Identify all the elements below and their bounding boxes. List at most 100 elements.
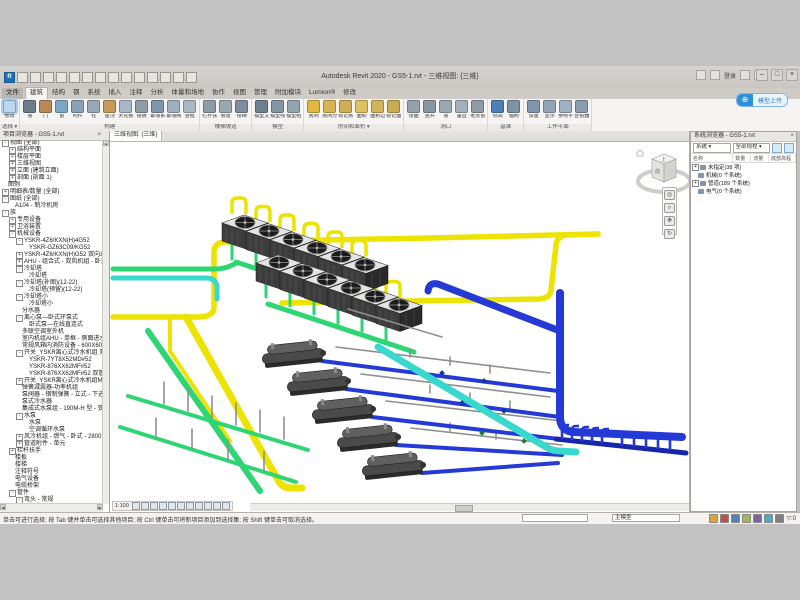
- filter-icon[interactable]: ▽:0: [786, 515, 796, 522]
- tool-幕墙系统[interactable]: 幕墙系统: [150, 100, 165, 119]
- tool-房间[interactable]: 房间: [306, 100, 321, 119]
- viewcube[interactable]: 上 前: [637, 150, 690, 192]
- tool-坡道[interactable]: 坡道: [218, 100, 233, 119]
- ribbon-tab-钢[interactable]: 钢: [69, 88, 84, 99]
- tool-修改[interactable]: 修改: [2, 100, 17, 119]
- tree-item[interactable]: 冷却塔小: [0, 301, 103, 308]
- expand-icon[interactable]: -: [16, 350, 23, 357]
- tool-房间分隔[interactable]: 房间分隔: [322, 100, 337, 119]
- expand-icon[interactable]: -: [9, 490, 16, 497]
- tool-设置[interactable]: 设置: [526, 100, 541, 119]
- expand-icon[interactable]: -: [16, 315, 23, 322]
- tool-面积边界[interactable]: 面积边界: [370, 100, 385, 119]
- shadows-icon[interactable]: [168, 502, 176, 510]
- scroll-up-icon[interactable]: ▲: [103, 140, 109, 146]
- detail-level-icon[interactable]: [141, 502, 149, 510]
- tree-item[interactable]: +三维视图: [0, 161, 103, 168]
- tree-item[interactable]: 常规风箱内消防设备 - 600X600 - 标准回风: [0, 343, 103, 350]
- rendering-icon[interactable]: [177, 502, 185, 510]
- tool-楼板[interactable]: 楼板: [134, 100, 149, 119]
- app-store-icon[interactable]: [740, 70, 750, 80]
- system-browser-close-icon[interactable]: ×: [790, 132, 794, 141]
- tree-item[interactable]: +管道附件 - 单元: [0, 441, 103, 448]
- tool-参照平面[interactable]: 参照平面: [558, 100, 573, 119]
- tree-item[interactable]: +AHU - 组合式 - 双风机组 - 卧式 - 标准 - 2000 - 500: [0, 259, 103, 266]
- tree-item[interactable]: +剖面 (剖面 1): [0, 175, 103, 182]
- tree-item[interactable]: 泵阀器 - 钢制弹簧 - 立式 - 下进下出: [0, 392, 103, 399]
- cooling-towers[interactable]: [222, 215, 422, 332]
- expand-icon[interactable]: +: [692, 180, 699, 187]
- close-button[interactable]: ×: [786, 69, 798, 81]
- tool-老虎窗[interactable]: 老虎窗: [470, 100, 485, 119]
- orbit-icon[interactable]: ↻: [664, 229, 675, 239]
- tool-竖井[interactable]: 竖井: [422, 100, 437, 119]
- tree-item[interactable]: +楼层平面: [0, 154, 103, 161]
- system-browser-rows[interactable]: +未指定(38 项)机械(0 个系统)+管道(189 个系统)电气(0 个系统): [691, 163, 796, 195]
- design-option-select[interactable]: 主模型: [612, 514, 680, 522]
- zoom-icon[interactable]: ⌕: [664, 203, 675, 213]
- search-icon[interactable]: [696, 70, 706, 80]
- column-header-数量[interactable]: 数量: [733, 154, 751, 162]
- tree-item[interactable]: -YSKR-4Z6/KXN(H)4G52: [0, 238, 103, 245]
- pan-icon[interactable]: ✥: [664, 216, 675, 226]
- tree-item[interactable]: +明细表/数量 (全部): [0, 189, 103, 196]
- expand-icon[interactable]: -: [16, 294, 23, 301]
- tool-竖梃[interactable]: 竖梃: [182, 100, 197, 119]
- system-row[interactable]: +管道(189 个系统): [691, 179, 796, 187]
- tool-面积[interactable]: 面积: [354, 100, 369, 119]
- scroll-left-icon[interactable]: ◀: [0, 504, 6, 510]
- scale-icon[interactable]: [132, 502, 140, 510]
- ribbon-tab-修改[interactable]: 修改: [339, 88, 360, 99]
- ribbon-tab-视图[interactable]: 视图: [229, 88, 250, 99]
- expand-icon[interactable]: +: [2, 189, 9, 196]
- canvas-hscrollbar[interactable]: [250, 503, 689, 511]
- system-browser-columns[interactable]: 名称数量流量底部高程: [691, 154, 796, 163]
- expand-icon[interactable]: +: [16, 441, 23, 448]
- tool-屋顶[interactable]: 屋顶: [102, 100, 117, 119]
- ribbon-tab-分析[interactable]: 分析: [147, 88, 168, 99]
- tree-item[interactable]: 弹簧减震器-功率机组: [0, 385, 103, 392]
- expand-icon[interactable]: +: [16, 259, 23, 266]
- system-row[interactable]: 电气(0 个系统): [691, 187, 796, 195]
- tool-垂直[interactable]: 垂直: [454, 100, 469, 119]
- tree-item[interactable]: YSKR-7YT8X52MD#52: [0, 357, 103, 364]
- user-icon[interactable]: [710, 70, 720, 80]
- tree-item[interactable]: YSKR-876XX62MF#52: [0, 364, 103, 371]
- tree-item[interactable]: +专用设备: [0, 217, 103, 224]
- tree-item[interactable]: 室内机组AHU - 单框 - 侧面进水留口卡板盘: [0, 336, 103, 343]
- autofit-columns-icon[interactable]: [772, 143, 782, 153]
- tree-item[interactable]: 图例: [0, 182, 103, 189]
- cloud-upload-button[interactable]: ⊕ 模型上传: [736, 93, 788, 107]
- tree-item[interactable]: 分水器: [0, 308, 103, 315]
- ribbon-tab-协作[interactable]: 协作: [208, 88, 229, 99]
- underlay-select-icon[interactable]: [731, 514, 740, 523]
- column-header-底部高程[interactable]: 底部高程: [769, 154, 796, 162]
- tree-item[interactable]: 楼梯: [0, 462, 103, 469]
- expand-icon[interactable]: +: [9, 217, 16, 224]
- tree-item[interactable]: 冷却塔(预留)(12-22): [0, 287, 103, 294]
- ribbon-tab-插入[interactable]: 插入: [105, 88, 126, 99]
- tool-模型组[interactable]: 模型组: [286, 100, 301, 119]
- tree-item[interactable]: -冷却塔(补图)(12-22): [0, 280, 103, 287]
- expand-icon[interactable]: +: [16, 252, 23, 259]
- tool-显示[interactable]: 显示: [542, 100, 557, 119]
- tool-标记房间[interactable]: 标记房间: [338, 100, 353, 119]
- pinned-select-icon[interactable]: [742, 514, 751, 523]
- ribbon-tab-Lumion®[interactable]: Lumion®: [305, 88, 339, 99]
- tree-item[interactable]: YSKR-876XX62MF#52 双管连接: [0, 371, 103, 378]
- tree-item[interactable]: 空调循环水泵: [0, 427, 103, 434]
- workset-select[interactable]: [522, 514, 588, 522]
- tree-item[interactable]: -管件: [0, 490, 103, 497]
- tree-item[interactable]: -机械设备: [0, 231, 103, 238]
- tool-楼梯[interactable]: 楼梯: [234, 100, 249, 119]
- expand-icon[interactable]: -: [16, 266, 23, 273]
- visual-style-icon[interactable]: [150, 502, 158, 510]
- 3d-model-view[interactable]: 上 前: [110, 141, 690, 504]
- tree-item[interactable]: +卫浴装置: [0, 224, 103, 231]
- select-by-face-icon[interactable]: [753, 514, 762, 523]
- expand-icon[interactable]: +: [9, 224, 16, 231]
- system-browser-title[interactable]: 系统浏览器 - GS5-1.rvt ×: [691, 132, 796, 142]
- drawing-area[interactable]: 三维视图: {三维}: [110, 131, 690, 512]
- tree-item[interactable]: -族: [0, 210, 103, 217]
- tree-item[interactable]: 泵式冷水器: [0, 399, 103, 406]
